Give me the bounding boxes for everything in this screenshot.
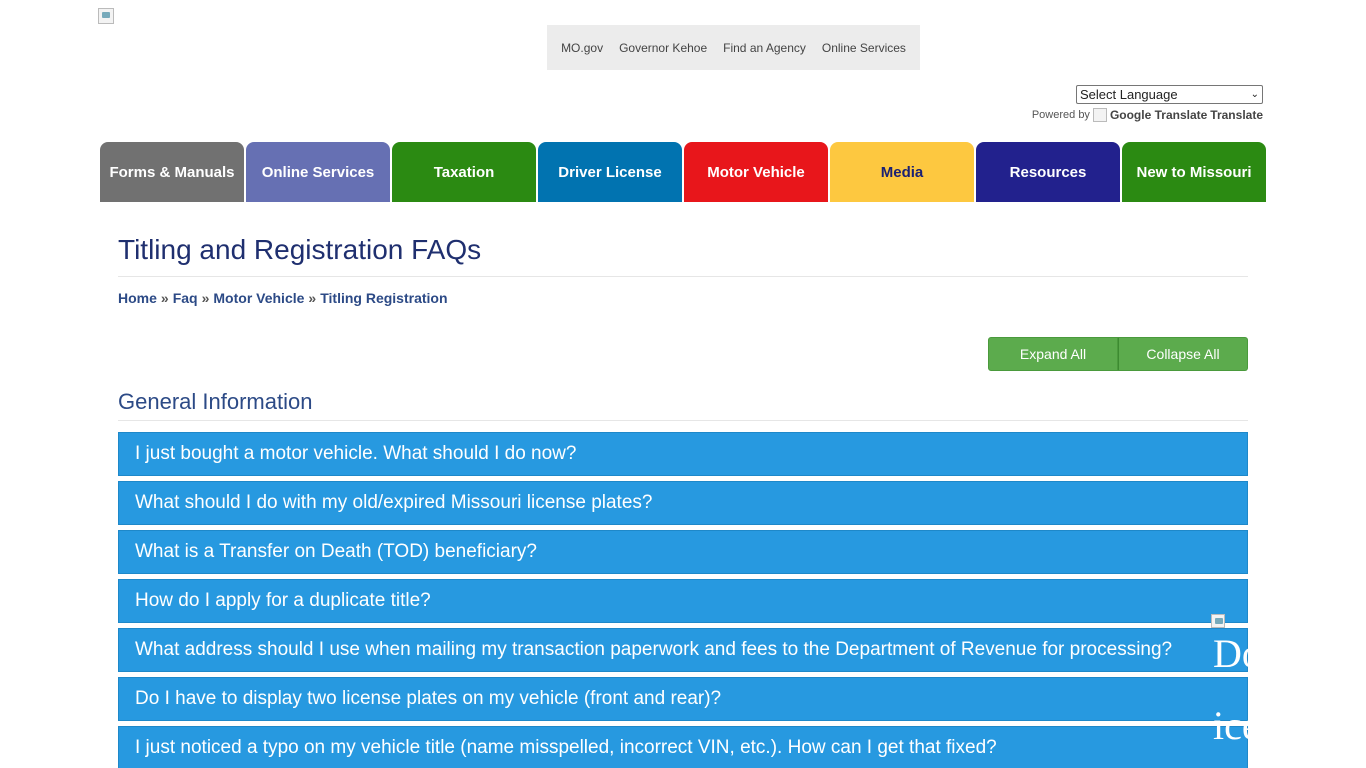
language-select-value: Select Language xyxy=(1080,87,1178,102)
breadcrumb-separator: » xyxy=(201,290,210,306)
main-nav: Forms & Manuals Online Services Taxation Dr… xyxy=(100,142,1266,202)
online-services-link[interactable]: Online Services xyxy=(822,41,906,55)
nav-tab-motor-vehicle[interactable]: Motor Vehicle xyxy=(684,142,828,202)
mo-gov-link[interactable]: MO.gov xyxy=(561,41,603,55)
title-divider xyxy=(118,276,1248,277)
nav-tab-driver-license[interactable]: Driver License xyxy=(538,142,682,202)
powered-by-label: Powered by xyxy=(1031,109,1090,121)
breadcrumb-separator: » xyxy=(160,290,169,306)
breadcrumb-home[interactable]: Home xyxy=(118,290,157,306)
faq-actions: Expand All Collapse All xyxy=(988,337,1248,371)
chat-widget[interactable]: Do ice xyxy=(1211,614,1248,748)
chat-widget-text: Do xyxy=(1213,631,1248,676)
nav-tab-forms-manuals[interactable]: Forms & Manuals xyxy=(100,142,244,202)
utility-links: MO.gov Governor Kehoe Find an Agency Onl… xyxy=(547,25,920,70)
google-translate-logo-icon xyxy=(1092,108,1107,122)
dor-logo[interactable] xyxy=(98,8,114,24)
section-divider xyxy=(118,420,1248,421)
breadcrumb-separator: » xyxy=(308,290,317,306)
language-select[interactable]: Select Language ⌄ xyxy=(1076,85,1263,104)
faq-question[interactable]: What should I do with my old/expired Mis… xyxy=(118,481,1248,525)
translate-link[interactable]: Translate xyxy=(1210,108,1263,122)
faq-question[interactable]: How do I apply for a duplicate title? xyxy=(118,579,1248,623)
nav-tab-taxation[interactable]: Taxation xyxy=(392,142,536,202)
page-title: Titling and Registration FAQs xyxy=(118,234,482,265)
collapse-all-button[interactable]: Collapse All xyxy=(1118,337,1248,371)
breadcrumb-faq[interactable]: Faq xyxy=(173,290,198,306)
faq-question[interactable]: What is a Transfer on Death (TOD) benefi… xyxy=(118,530,1248,574)
expand-all-button[interactable]: Expand All xyxy=(988,337,1118,371)
chat-widget-image-icon xyxy=(1211,614,1225,628)
find-agency-link[interactable]: Find an Agency xyxy=(723,41,806,55)
faq-list: I just bought a motor vehicle. What shou… xyxy=(118,432,1248,768)
breadcrumb-titling-registration[interactable]: Titling Registration xyxy=(320,290,447,306)
breadcrumb-motor-vehicle[interactable]: Motor Vehicle xyxy=(213,290,304,306)
faq-question[interactable]: What address should I use when mailing m… xyxy=(118,628,1248,672)
nav-tab-new-to-missouri[interactable]: New to Missouri xyxy=(1122,142,1266,202)
nav-tab-resources[interactable]: Resources xyxy=(976,142,1120,202)
faq-question[interactable]: Do I have to display two license plates … xyxy=(118,677,1248,721)
faq-question[interactable]: I just noticed a typo on my vehicle titl… xyxy=(118,726,1248,768)
nav-tab-online-services[interactable]: Online Services xyxy=(246,142,390,202)
governor-link[interactable]: Governor Kehoe xyxy=(619,41,707,55)
faq-question[interactable]: I just bought a motor vehicle. What shou… xyxy=(118,432,1248,476)
google-translate-label: Google Translate xyxy=(1109,108,1208,122)
section-heading: General Information xyxy=(118,389,313,414)
breadcrumb: Home» Faq» Motor Vehicle» Titling Registrat… xyxy=(118,290,448,306)
chat-widget-text: ice xyxy=(1213,703,1248,748)
nav-tab-media[interactable]: Media xyxy=(830,142,974,202)
chevron-down-icon: ⌄ xyxy=(1250,89,1259,100)
google-translate-attribution: Powered by Google Translate Translate xyxy=(1032,108,1263,122)
